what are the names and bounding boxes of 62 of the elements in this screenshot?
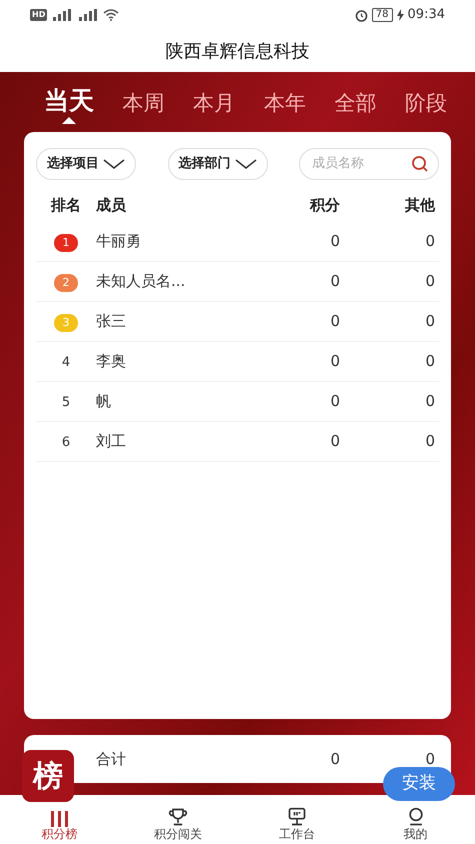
- other-value: 0: [425, 392, 435, 410]
- search-field[interactable]: 成员名称: [299, 148, 439, 180]
- member-name: 刘工: [96, 432, 126, 450]
- clock-time: 09:34: [408, 6, 445, 24]
- column-header: 排名: [50, 194, 82, 216]
- signal-icon: [77, 9, 100, 22]
- hd-indicator: HD: [30, 9, 48, 22]
- rank-number: 4: [62, 355, 70, 370]
- nav-tab[interactable]: 积分闯关: [118, 806, 238, 844]
- points-value: 0: [330, 352, 340, 370]
- member-name: 李奥: [96, 352, 126, 370]
- signal-icon: [51, 9, 74, 22]
- bars-icon: [50, 810, 68, 827]
- other-value: 0: [425, 750, 435, 768]
- member-name: 帆: [96, 392, 111, 410]
- nav-tab[interactable]: 积分榜: [0, 810, 119, 844]
- member-name: 张三: [96, 312, 126, 330]
- rank-badge: 1: [54, 234, 78, 252]
- filter-dropdown[interactable]: 选择项目: [36, 148, 136, 180]
- other-value: 0: [425, 312, 435, 330]
- alarm-icon: [354, 8, 368, 22]
- chevron-down-icon: [234, 158, 256, 169]
- member-name: 未知人员名...: [96, 272, 186, 290]
- points-value: 0: [330, 312, 340, 330]
- rank-badge: 3: [54, 314, 78, 332]
- app-badge[interactable]: 榜: [22, 750, 74, 802]
- monitor-icon: [286, 806, 307, 827]
- nav-tab[interactable]: 我的: [356, 806, 475, 844]
- page-title: 陕西卓辉信息科技: [166, 40, 310, 64]
- install-button[interactable]: 安装: [383, 767, 455, 801]
- chevron-down-icon: [103, 158, 125, 169]
- period-tab[interactable]: 全部: [334, 92, 376, 115]
- column-header: 积分: [308, 194, 341, 216]
- points-value: 0: [330, 392, 340, 410]
- period-tab[interactable]: 本月: [193, 92, 236, 115]
- selected-tab-indicator: [62, 116, 76, 124]
- points-value: 0: [330, 232, 340, 250]
- rank-badge: 2: [54, 274, 78, 292]
- period-tab[interactable]: 本周: [122, 92, 165, 115]
- battery-indicator: 78: [372, 8, 393, 22]
- column-header: 其他: [404, 194, 436, 216]
- points-value: 0: [330, 750, 340, 768]
- charging-icon: [396, 9, 404, 22]
- other-value: 0: [425, 232, 435, 250]
- column-header: 成员: [96, 194, 127, 216]
- wifi-icon: [103, 9, 120, 22]
- rank-number: 6: [62, 435, 70, 450]
- other-value: 0: [425, 272, 435, 290]
- nav-tab[interactable]: 工作台: [238, 806, 356, 844]
- period-tab[interactable]: 阶段: [404, 92, 447, 115]
- period-tab[interactable]: 本年: [264, 92, 306, 115]
- other-value: 0: [425, 352, 435, 370]
- trophy-icon: [168, 806, 188, 827]
- filter-dropdown[interactable]: 选择部门: [168, 148, 268, 180]
- points-value: 0: [330, 272, 340, 290]
- other-value: 0: [425, 432, 435, 450]
- period-tab[interactable]: 当天: [44, 87, 94, 115]
- rank-number: 5: [62, 395, 70, 410]
- total-label: 合计: [96, 750, 126, 768]
- points-value: 0: [330, 432, 340, 450]
- search-icon[interactable]: [411, 154, 429, 173]
- member-name: 牛丽勇: [96, 232, 141, 250]
